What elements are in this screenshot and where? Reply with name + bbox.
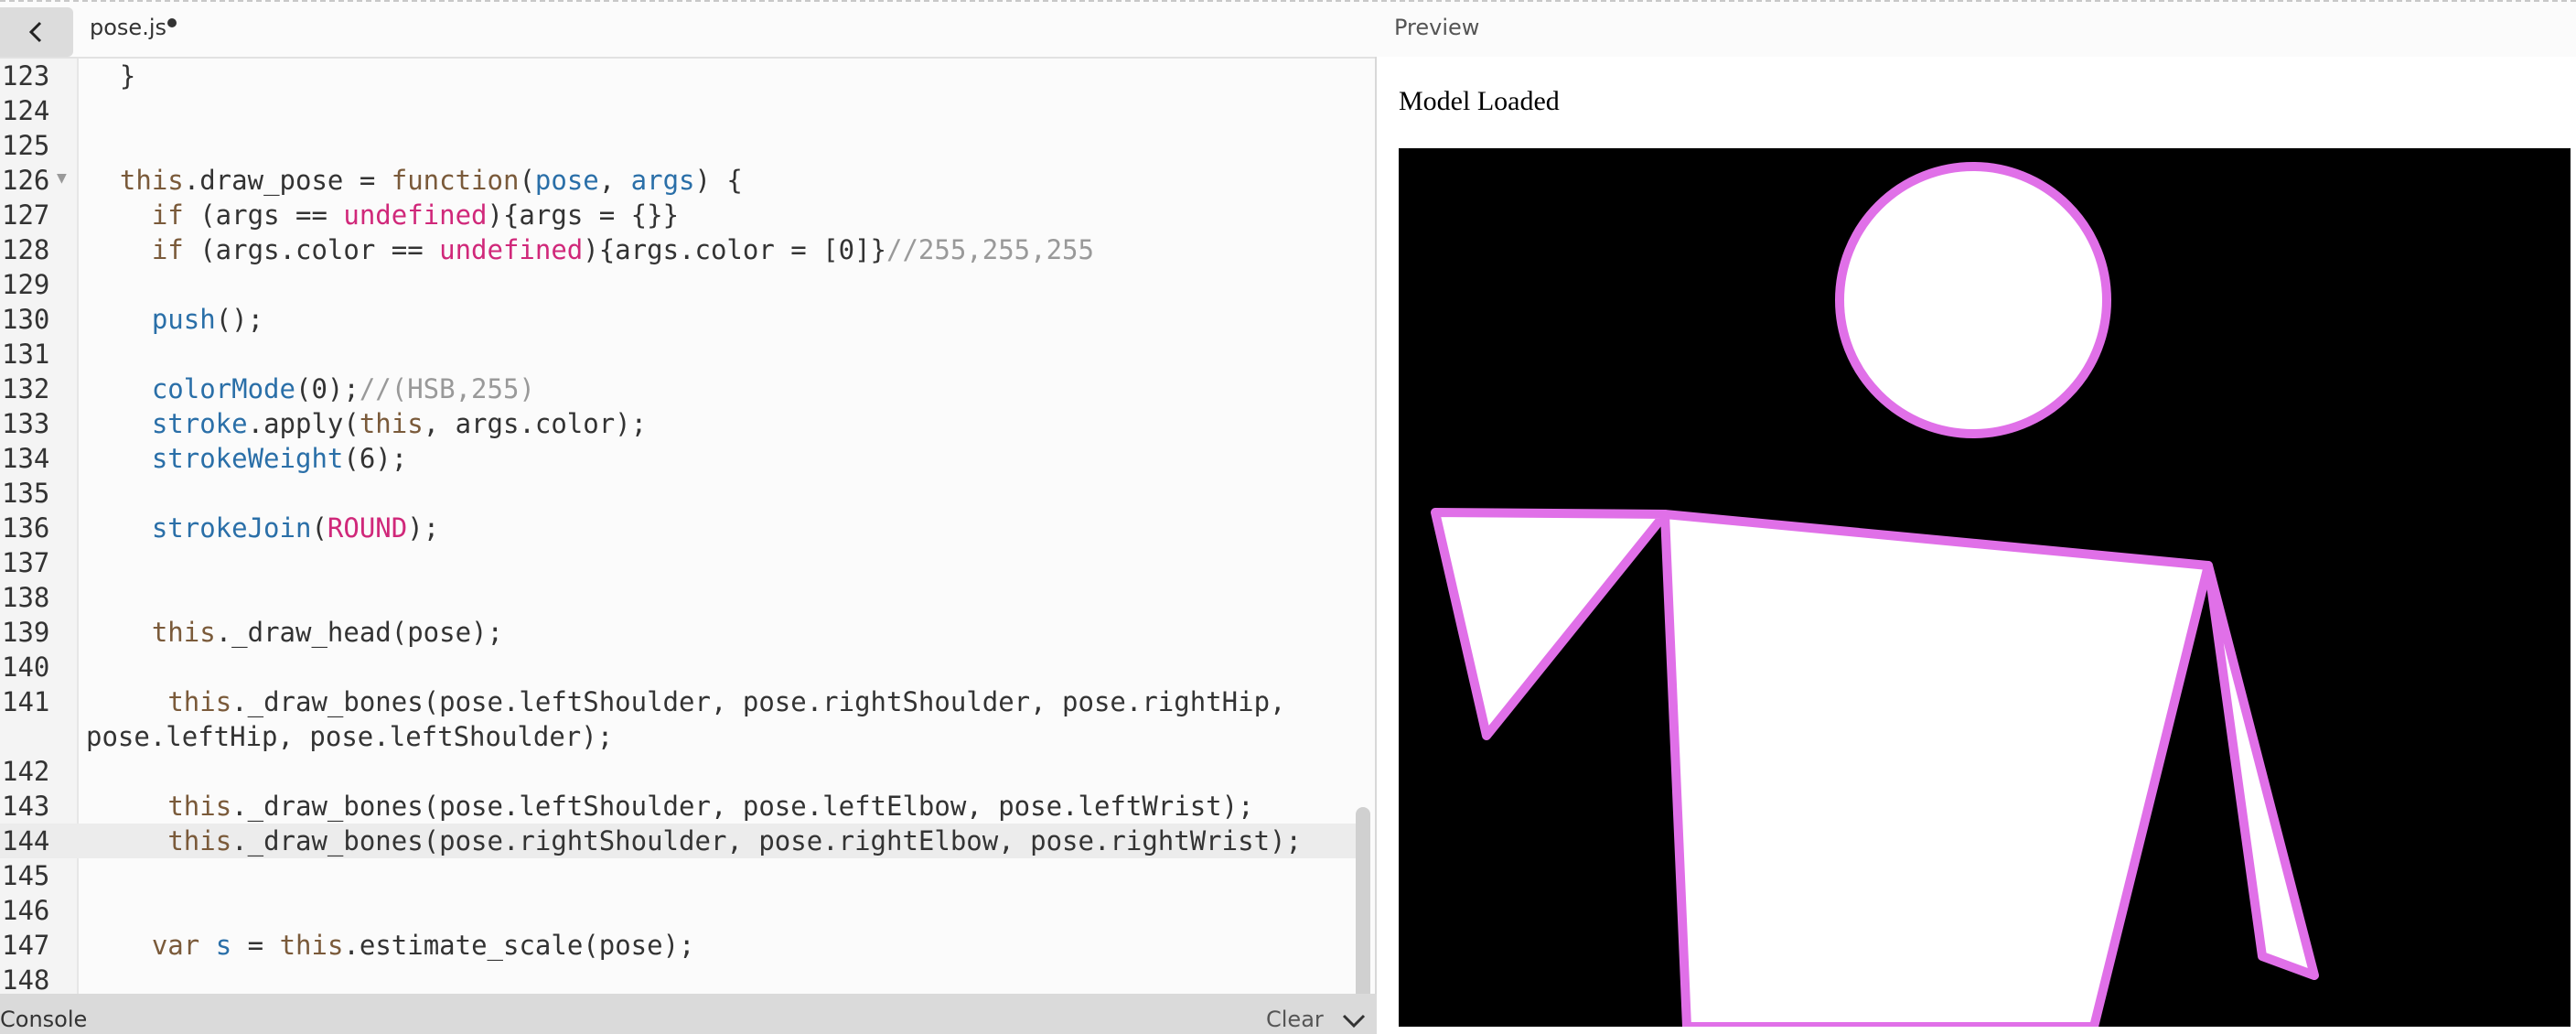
- line-number: 130: [2, 304, 50, 335]
- code-text: this._draw_bones(pose.leftShoulder, pose…: [167, 686, 1286, 717]
- code-line[interactable]: 124: [0, 93, 1363, 128]
- line-number: 125: [2, 130, 50, 161]
- chevron-left-icon: [28, 21, 42, 43]
- line-number: 140: [2, 652, 50, 683]
- code-line[interactable]: 141 this._draw_bones(pose.leftShoulder, …: [0, 684, 1363, 719]
- code-line[interactable]: 130 push();: [0, 302, 1363, 337]
- code-text: this._draw_bones(pose.leftShoulder, pose…: [167, 791, 1254, 822]
- code-line[interactable]: 145: [0, 858, 1363, 893]
- code-line[interactable]: 135: [0, 476, 1363, 511]
- head-circle: [1835, 162, 2111, 438]
- clear-button[interactable]: Clear: [1266, 1007, 1324, 1032]
- line-number: 124: [2, 95, 50, 126]
- right-arm-bones: [2204, 561, 2319, 980]
- line-number: 134: [2, 443, 50, 474]
- code-line[interactable]: 136 strokeJoin(ROUND);: [0, 511, 1363, 545]
- code-text: colorMode(0);//(HSB,255): [151, 373, 535, 404]
- line-number: 129: [2, 269, 50, 300]
- code-line[interactable]: 146: [0, 893, 1363, 928]
- back-button[interactable]: [0, 7, 73, 57]
- file-tab[interactable]: pose.js: [90, 15, 166, 40]
- code-line[interactable]: 133 stroke.apply(this, args.color);: [0, 406, 1363, 441]
- left-arm-bones: [1431, 508, 1669, 740]
- code-line[interactable]: 123 }: [0, 59, 1363, 93]
- code-text: strokeJoin(ROUND);: [151, 512, 440, 544]
- code-text: }: [88, 60, 136, 92]
- torso-bones: [1660, 510, 2213, 1027]
- code-line-active[interactable]: 144 this._draw_bones(pose.rightShoulder,…: [0, 824, 1363, 858]
- editor-scrollbar[interactable]: [1356, 807, 1370, 996]
- code-line[interactable]: 143 this._draw_bones(pose.leftShoulder, …: [0, 789, 1363, 824]
- fold-arrow-icon[interactable]: ▼: [57, 161, 67, 196]
- code-line[interactable]: 129: [0, 267, 1363, 302]
- top-divider: [0, 0, 2576, 2]
- code-text: this._draw_bones(pose.rightShoulder, pos…: [167, 825, 1302, 856]
- line-number: 127: [2, 199, 50, 231]
- line-number: 131: [2, 339, 50, 370]
- pose-drawing: [1431, 162, 2319, 1027]
- code-line[interactable]: 125: [0, 128, 1363, 163]
- code-text: stroke.apply(this, args.color);: [151, 408, 648, 439]
- preview-label: Preview: [1394, 15, 1480, 40]
- chevron-down-icon[interactable]: [1341, 1012, 1367, 1030]
- line-number: 137: [2, 547, 50, 578]
- code-text: this.draw_pose = function(pose, args) {: [119, 165, 743, 196]
- code-text: pose.leftHip, pose.leftShoulder);: [86, 721, 614, 752]
- code-text: if (args == undefined){args = {}}: [151, 199, 680, 231]
- code-line[interactable]: 131: [0, 337, 1363, 372]
- code-line[interactable]: 140: [0, 650, 1363, 684]
- line-number: 144: [2, 825, 50, 856]
- code-line[interactable]: 148: [0, 963, 1363, 996]
- code-line[interactable]: 132 colorMode(0);//(HSB,255): [0, 372, 1363, 406]
- code-text: if (args.color == undefined){args.color …: [151, 234, 1094, 265]
- code-text: push();: [151, 304, 264, 335]
- code-line[interactable]: 134 strokeWeight(6);: [0, 441, 1363, 476]
- code-line[interactable]: 147 var s = this.estimate_scale(pose);: [0, 928, 1363, 963]
- code-line[interactable]: 138: [0, 580, 1363, 615]
- line-number: 141: [2, 686, 50, 717]
- line-number: 123: [2, 60, 50, 92]
- line-number: 143: [2, 791, 50, 822]
- line-number: 148: [2, 964, 50, 996]
- line-number: 136: [2, 512, 50, 544]
- line-number: 142: [2, 756, 50, 787]
- unsaved-dot-icon: [167, 18, 177, 27]
- line-number: 133: [2, 408, 50, 439]
- line-number: 135: [2, 478, 50, 509]
- code-text: this._draw_head(pose);: [151, 617, 503, 648]
- line-number: 147: [2, 930, 50, 961]
- model-status: Model Loaded: [1399, 86, 1560, 116]
- line-number: 126: [2, 165, 50, 196]
- code-line[interactable]: 137: [0, 545, 1363, 580]
- line-number: 145: [2, 860, 50, 891]
- line-number: 132: [2, 373, 50, 404]
- code-line[interactable]: 128 if (args.color == undefined){args.co…: [0, 232, 1363, 267]
- line-number: 138: [2, 582, 50, 613]
- code-text: strokeWeight(6);: [151, 443, 408, 474]
- code-line[interactable]: 127 if (args == undefined){args = {}}: [0, 198, 1363, 232]
- code-line[interactable]: 126 ▼ this.draw_pose = function(pose, arg…: [0, 163, 1363, 198]
- line-number: 146: [2, 895, 50, 926]
- code-line[interactable]: 142: [0, 754, 1363, 789]
- console-bar[interactable]: [0, 994, 1377, 1034]
- code-text: var s = this.estimate_scale(pose);: [151, 930, 695, 961]
- sketch-canvas[interactable]: [1399, 148, 2571, 1027]
- console-label: Console: [0, 1007, 88, 1032]
- line-number: 139: [2, 617, 50, 648]
- line-number: 128: [2, 234, 50, 265]
- code-line-wrap[interactable]: pose.leftHip, pose.leftShoulder);: [0, 719, 1363, 754]
- code-editor[interactable]: 123 } 124 125 126 ▼ this.draw_pose = func…: [0, 57, 1375, 996]
- code-line[interactable]: 139 this._draw_head(pose);: [0, 615, 1363, 650]
